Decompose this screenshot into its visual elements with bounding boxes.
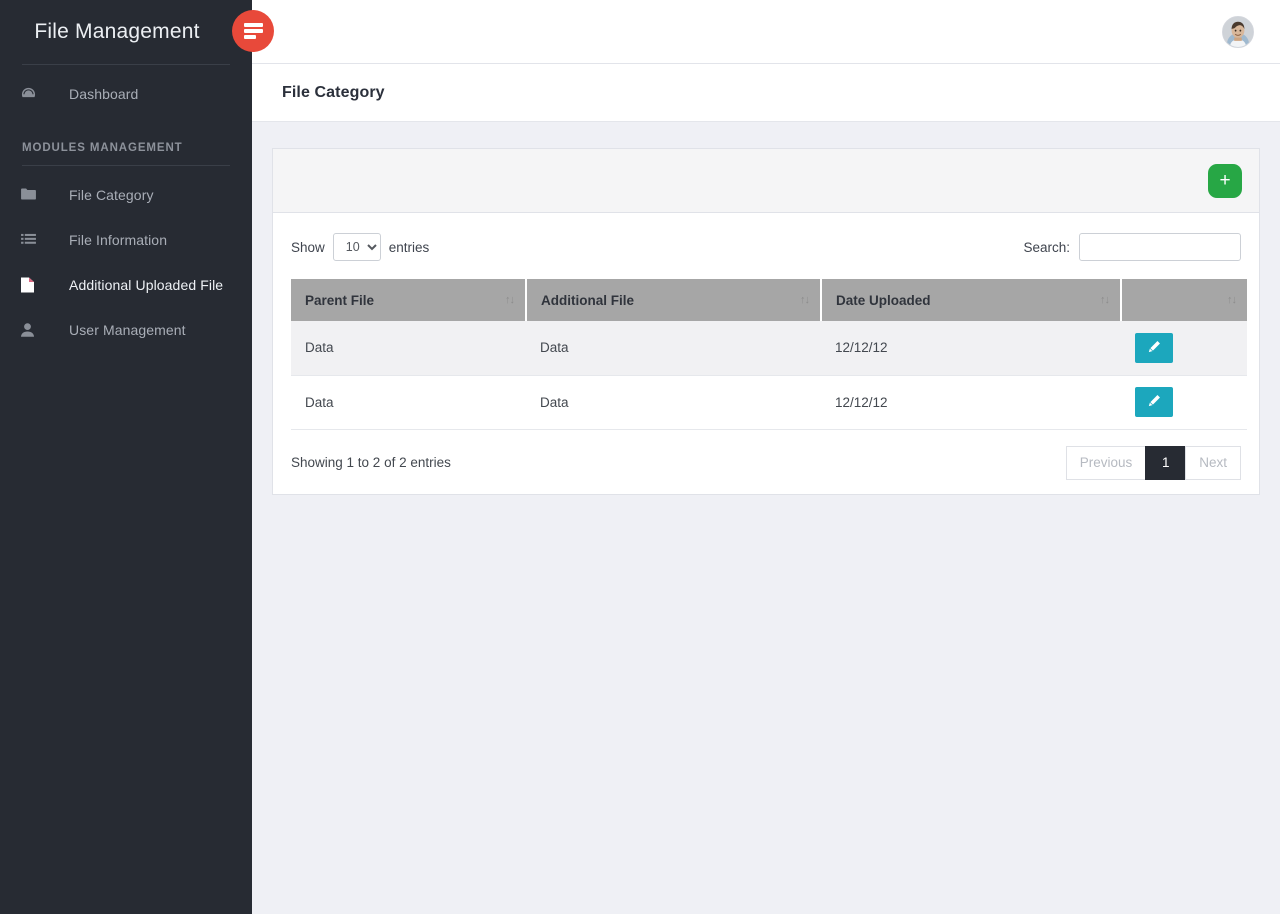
hamburger-icon <box>244 23 263 39</box>
pagination-previous[interactable]: Previous <box>1066 446 1146 480</box>
folder-icon <box>21 188 47 201</box>
sidebar-item-label: File Information <box>69 232 167 248</box>
entries-prefix-label: Show <box>291 240 325 255</box>
topbar <box>252 0 1280 64</box>
add-button[interactable]: + <box>1208 164 1242 198</box>
page-title: File Category <box>282 84 385 102</box>
plus-icon: + <box>1219 171 1230 190</box>
content-area: + Show 10 entries Search: <box>252 122 1280 914</box>
column-header-parent-file[interactable]: Parent File ↑↓ <box>291 279 526 321</box>
cell-actions <box>1121 375 1247 429</box>
page-header: File Category <box>252 64 1280 122</box>
card-body: Show 10 entries Search: <box>273 213 1259 494</box>
cell-date-uploaded: 12/12/12 <box>821 375 1121 429</box>
pagination-page-1[interactable]: 1 <box>1145 446 1185 480</box>
sidebar-section-title: MODULES MANAGEMENT <box>22 142 230 165</box>
sidebar-item-file-category[interactable]: File Category <box>0 172 252 217</box>
cell-additional-file: Data <box>526 321 821 375</box>
datatable-footer: Showing 1 to 2 of 2 entries Previous 1 N… <box>291 446 1241 480</box>
cell-date-uploaded: 12/12/12 <box>821 321 1121 375</box>
sidebar-item-label: File Category <box>69 187 154 203</box>
table-header-row: Parent File ↑↓ Additional File ↑↓ Date U… <box>291 279 1247 321</box>
edit-button[interactable] <box>1135 387 1173 417</box>
pagination: Previous 1 Next <box>1066 446 1241 480</box>
table-head: Parent File ↑↓ Additional File ↑↓ Date U… <box>291 279 1247 321</box>
table-body: Data Data 12/12/12 <box>291 321 1247 429</box>
sidebar-toggle-button[interactable] <box>232 10 274 52</box>
entries-info: Showing 1 to 2 of 2 entries <box>291 455 451 470</box>
sidebar-item-dashboard[interactable]: Dashboard <box>0 71 252 116</box>
sidebar-item-user-management[interactable]: User Management <box>0 307 252 352</box>
sidebar-item-label: User Management <box>69 322 186 338</box>
column-header-actions[interactable]: ↑↓ <box>1121 279 1247 321</box>
dashboard-icon <box>21 86 47 101</box>
cell-parent-file: Data <box>291 321 526 375</box>
column-label: Parent File <box>305 293 374 308</box>
column-label: Date Uploaded <box>836 293 931 308</box>
list-icon <box>21 233 47 246</box>
datatable-controls: Show 10 entries Search: <box>291 229 1241 265</box>
edit-icon <box>1148 340 1161 356</box>
app-root: File Management Dashboard MODULES MANAGE… <box>0 0 1280 914</box>
table-row: Data Data 12/12/12 <box>291 375 1247 429</box>
column-label: Additional File <box>541 293 634 308</box>
main-area: File Category + Show 10 <box>252 0 1280 914</box>
entries-suffix-label: entries <box>389 240 430 255</box>
sidebar: File Management Dashboard MODULES MANAGE… <box>0 0 252 914</box>
card-header: + <box>273 149 1259 213</box>
entries-length-control: Show 10 entries <box>291 233 429 261</box>
file-icon <box>21 277 47 293</box>
file-category-table: Parent File ↑↓ Additional File ↑↓ Date U… <box>291 279 1247 430</box>
edit-icon <box>1148 394 1161 410</box>
sidebar-item-label: Additional Uploaded File <box>69 277 223 293</box>
sort-icon: ↑↓ <box>800 294 809 306</box>
entries-per-page-select[interactable]: 10 <box>333 233 381 261</box>
search-control: Search: <box>1023 233 1241 261</box>
sidebar-section-modules: MODULES MANAGEMENT <box>0 116 252 166</box>
search-label: Search: <box>1023 240 1070 255</box>
sidebar-nav-modules: File Category File Information <box>0 166 252 352</box>
sidebar-nav-primary: Dashboard <box>0 65 252 116</box>
column-header-additional-file[interactable]: Additional File ↑↓ <box>526 279 821 321</box>
sidebar-item-additional-uploaded-file[interactable]: Additional Uploaded File <box>0 262 252 307</box>
sort-icon: ↑↓ <box>505 294 514 306</box>
edit-button[interactable] <box>1135 333 1173 363</box>
cell-additional-file: Data <box>526 375 821 429</box>
column-header-date-uploaded[interactable]: Date Uploaded ↑↓ <box>821 279 1121 321</box>
sidebar-item-label: Dashboard <box>69 86 138 102</box>
cell-actions <box>1121 321 1247 375</box>
cell-parent-file: Data <box>291 375 526 429</box>
user-icon <box>21 323 47 337</box>
file-category-card: + Show 10 entries Search: <box>272 148 1260 495</box>
sort-icon: ↑↓ <box>1227 294 1236 306</box>
table-row: Data Data 12/12/12 <box>291 321 1247 375</box>
brand-title: File Management <box>0 0 252 64</box>
pagination-next[interactable]: Next <box>1185 446 1241 480</box>
sort-icon: ↑↓ <box>1100 294 1109 306</box>
search-input[interactable] <box>1079 233 1241 261</box>
avatar[interactable] <box>1222 16 1254 48</box>
sidebar-item-file-information[interactable]: File Information <box>0 217 252 262</box>
